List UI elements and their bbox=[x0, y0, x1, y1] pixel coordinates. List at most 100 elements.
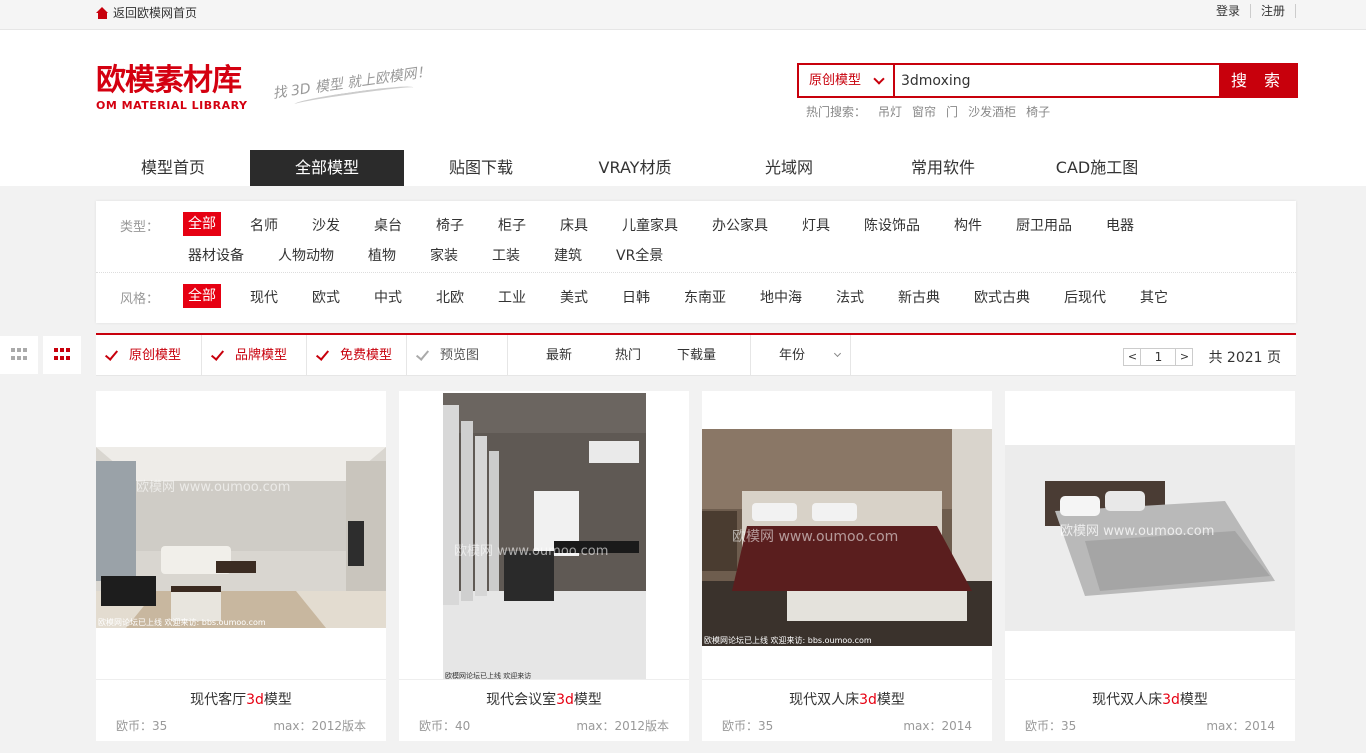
grid-small-icon bbox=[11, 348, 27, 362]
free-model-checkbox[interactable]: 免费模型 bbox=[307, 335, 407, 376]
nav-model-home[interactable]: 模型首页 bbox=[96, 150, 250, 186]
preview-checkbox[interactable]: 预览图 bbox=[407, 335, 508, 376]
type-filter-label: 类型： bbox=[120, 220, 160, 235]
model-card[interactable]: 欧模网 www.oumoo.com 现代双人床3d模型 欧币：35 max：20… bbox=[1005, 391, 1295, 741]
year-label: 年份 bbox=[779, 348, 806, 363]
model-card[interactable]: 欧模网 www.oumoo.com 欧模网论坛已上线 欢迎来访: bbs.oum… bbox=[96, 391, 386, 741]
home-icon bbox=[96, 6, 109, 19]
login-link[interactable]: 登录 bbox=[1206, 4, 1251, 18]
type-filter-item[interactable]: 器材设备 bbox=[188, 245, 244, 265]
sort-newest[interactable]: 最新 bbox=[546, 335, 572, 376]
type-filter-item[interactable]: 桌台 bbox=[374, 215, 402, 235]
nav-cad[interactable]: CAD施工图 bbox=[1020, 150, 1174, 186]
sort-downloads[interactable]: 下载量 bbox=[677, 335, 716, 376]
model-name[interactable]: 现代双人床3d模型 bbox=[1005, 689, 1295, 709]
original-model-checkbox[interactable]: 原创模型 bbox=[96, 335, 202, 376]
site-logo[interactable]: 欧模素材库 OM MATERIAL LIBRARY bbox=[96, 63, 247, 113]
type-filter-item[interactable]: 名师 bbox=[250, 215, 278, 235]
style-filter-item[interactable]: 东南亚 bbox=[684, 287, 726, 307]
register-link[interactable]: 注册 bbox=[1251, 4, 1296, 18]
search-category-select[interactable]: 原创模型 bbox=[799, 65, 895, 96]
type-filter-item[interactable]: VR全景 bbox=[616, 245, 663, 265]
list-view-toggle[interactable] bbox=[0, 336, 38, 374]
model-thumbnail[interactable]: 欧模网 www.oumoo.com 欧模网论坛已上线 欢迎来访: bbs.oum… bbox=[96, 391, 386, 680]
nav-all-models[interactable]: 全部模型 bbox=[250, 150, 404, 186]
style-filter-item[interactable]: 日韩 bbox=[622, 287, 650, 307]
style-filter-item[interactable]: 后现代 bbox=[1064, 287, 1106, 307]
check-icon bbox=[415, 347, 430, 361]
search-input[interactable] bbox=[897, 65, 1219, 96]
search-button[interactable]: 搜 索 bbox=[1219, 63, 1298, 98]
model-price: 欧币：35 bbox=[722, 719, 774, 733]
model-card[interactable]: 欧模网 www.oumoo.com 欧模网论坛已上线 欢迎来访: bbs.oum… bbox=[702, 391, 992, 741]
hot-search-item[interactable]: 吊灯 bbox=[878, 103, 902, 120]
hot-search-item[interactable]: 窗帘 bbox=[912, 103, 936, 120]
style-filter-all[interactable]: 全部 bbox=[183, 284, 221, 308]
model-card[interactable]: 欧模网 www.oumoo.com 欧模网论坛已上线 欢迎来访 现代会议室3d模… bbox=[399, 391, 689, 741]
model-version: max：2012版本 bbox=[576, 719, 669, 733]
search-box: 原创模型 搜 索 bbox=[797, 63, 1298, 98]
style-filter-item[interactable]: 其它 bbox=[1140, 287, 1168, 307]
image-footer-text: 欧模网论坛已上线 欢迎来访: bbs.oumoo.com bbox=[704, 635, 872, 645]
prev-page-button[interactable]: < bbox=[1123, 348, 1142, 366]
style-filter-item[interactable]: 法式 bbox=[836, 287, 864, 307]
hot-search-item[interactable]: 椅子 bbox=[1026, 103, 1050, 120]
type-filter-all[interactable]: 全部 bbox=[183, 212, 221, 236]
model-thumbnail[interactable]: 欧模网 www.oumoo.com 欧模网论坛已上线 欢迎来访 bbox=[399, 391, 689, 680]
slogan: 找 3D 模型 就上欧模网！ bbox=[271, 61, 432, 109]
nav-vray-material[interactable]: VRAY材质 bbox=[558, 150, 712, 186]
grid-view-toggle[interactable] bbox=[43, 336, 81, 374]
model-name[interactable]: 现代会议室3d模型 bbox=[399, 689, 689, 709]
type-filter-item[interactable]: 家装 bbox=[430, 245, 458, 265]
style-filter-item[interactable]: 地中海 bbox=[760, 287, 802, 307]
type-filter-item[interactable]: 陈设饰品 bbox=[864, 215, 920, 235]
pagination: < 1 > 共 2021 页 bbox=[1123, 347, 1281, 367]
model-thumbnail[interactable]: 欧模网 www.oumoo.com 欧模网论坛已上线 欢迎来访: bbs.oum… bbox=[702, 391, 992, 680]
nav-texture-download[interactable]: 贴图下载 bbox=[404, 150, 558, 186]
check-icon bbox=[104, 347, 119, 361]
style-filter-item[interactable]: 现代 bbox=[250, 287, 278, 307]
main-nav: 模型首页 全部模型 贴图下载 VRAY材质 光域网 常用软件 CAD施工图 bbox=[96, 150, 1174, 186]
type-filter-item[interactable]: 沙发 bbox=[312, 215, 340, 235]
type-filter-item[interactable]: 厨卫用品 bbox=[1016, 215, 1072, 235]
page-number-input[interactable]: 1 bbox=[1141, 348, 1176, 366]
style-filter-item[interactable]: 美式 bbox=[560, 287, 588, 307]
type-filter-item[interactable]: 灯具 bbox=[802, 215, 830, 235]
nav-ies[interactable]: 光域网 bbox=[712, 150, 866, 186]
style-filter-item[interactable]: 中式 bbox=[374, 287, 402, 307]
brand-model-checkbox[interactable]: 品牌模型 bbox=[202, 335, 307, 376]
type-filter-item[interactable]: 植物 bbox=[368, 245, 396, 265]
style-filter-item[interactable]: 新古典 bbox=[898, 287, 940, 307]
style-filter-item[interactable]: 欧式古典 bbox=[974, 287, 1030, 307]
type-filter-item[interactable]: 构件 bbox=[954, 215, 982, 235]
type-filter-item[interactable]: 办公家具 bbox=[712, 215, 768, 235]
hot-search-item[interactable]: 门 bbox=[946, 103, 958, 120]
model-thumbnail[interactable]: 欧模网 www.oumoo.com bbox=[1005, 391, 1295, 680]
model-price: 欧币：40 bbox=[419, 719, 471, 733]
meeting-room-render: 欧模网 www.oumoo.com 欧模网论坛已上线 欢迎来访 bbox=[399, 391, 689, 679]
type-filter-item[interactable]: 柜子 bbox=[498, 215, 526, 235]
nav-software[interactable]: 常用软件 bbox=[866, 150, 1020, 186]
style-filter-item[interactable]: 欧式 bbox=[312, 287, 340, 307]
watermark-text: 欧模网 www.oumoo.com bbox=[136, 480, 290, 495]
type-filter-item[interactable]: 人物动物 bbox=[278, 245, 334, 265]
type-filter-item[interactable]: 电器 bbox=[1106, 215, 1134, 235]
next-page-button[interactable]: > bbox=[1175, 348, 1194, 366]
watermark-text: 欧模网 www.oumoo.com bbox=[454, 544, 608, 559]
type-filter-item[interactable]: 工装 bbox=[492, 245, 520, 265]
double-bed-render: 欧模网 www.oumoo.com bbox=[1005, 391, 1295, 679]
home-link[interactable]: 返回欧模网首页 bbox=[96, 4, 197, 21]
year-dropdown[interactable]: 年份 bbox=[750, 335, 851, 376]
logo-cn: 欧模素材库 bbox=[96, 63, 242, 98]
style-filter-item[interactable]: 北欧 bbox=[436, 287, 464, 307]
hot-search-item[interactable]: 沙发酒柜 bbox=[968, 103, 1016, 120]
model-name[interactable]: 现代客厅3d模型 bbox=[96, 689, 386, 709]
type-filter-item[interactable]: 建筑 bbox=[554, 245, 582, 265]
model-name[interactable]: 现代双人床3d模型 bbox=[702, 689, 992, 709]
type-filter-item[interactable]: 床具 bbox=[560, 215, 588, 235]
checkbox-label: 品牌模型 bbox=[235, 348, 288, 363]
type-filter-item[interactable]: 椅子 bbox=[436, 215, 464, 235]
type-filter-item[interactable]: 儿童家具 bbox=[622, 215, 678, 235]
style-filter-item[interactable]: 工业 bbox=[498, 287, 526, 307]
sort-popular[interactable]: 热门 bbox=[615, 335, 641, 376]
